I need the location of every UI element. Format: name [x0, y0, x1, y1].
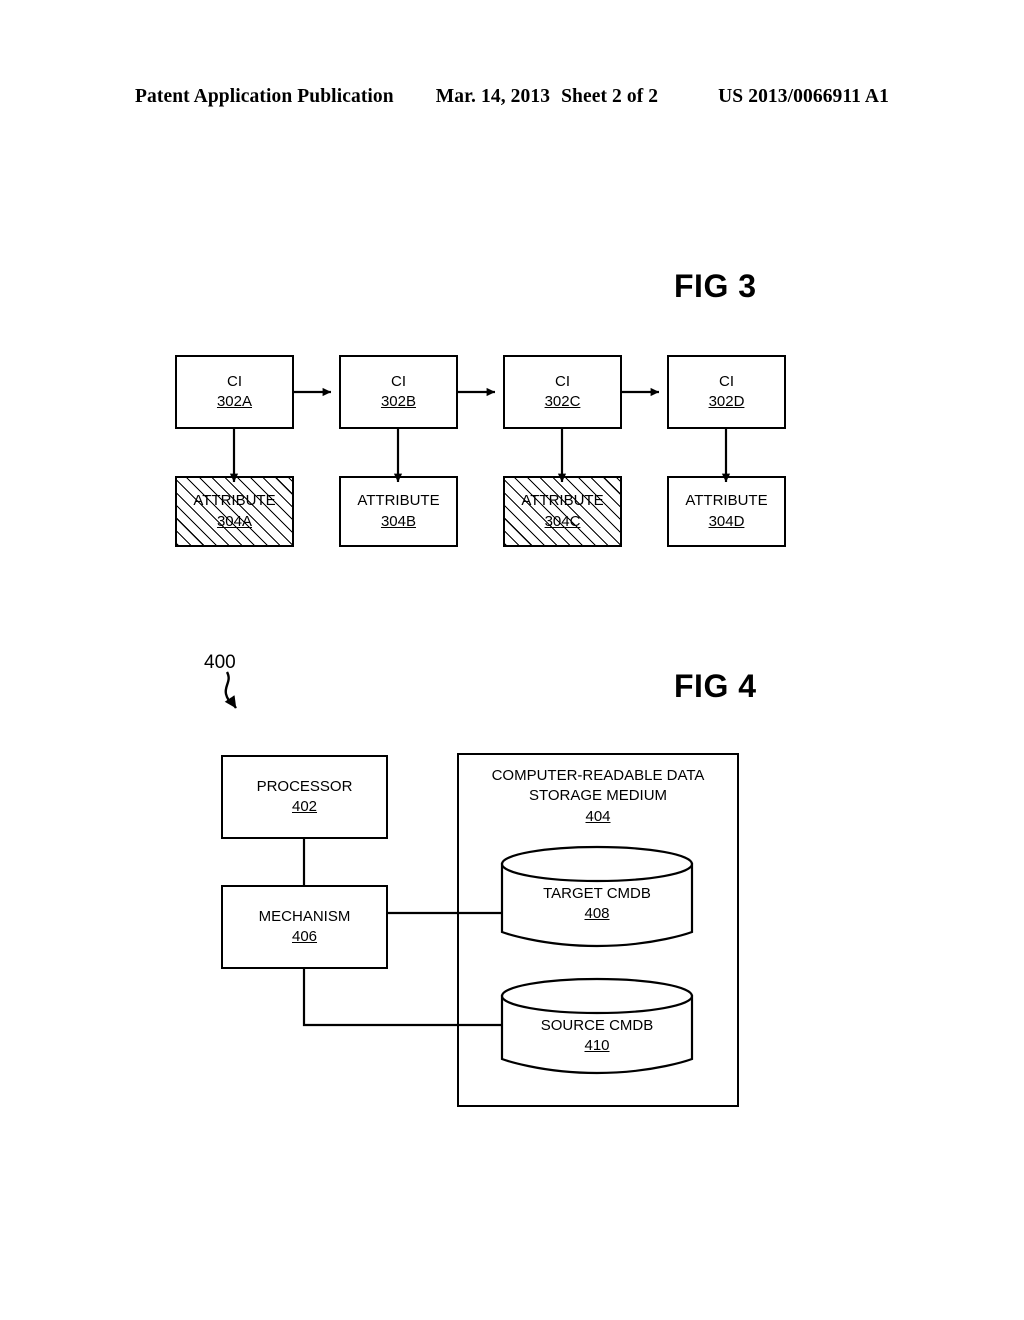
- attribute-node-label: ATTRIBUTE: [685, 492, 768, 510]
- target-cmdb-label-group: TARGET CMDB 408: [502, 884, 692, 925]
- figure-4-callout-ref: 400: [204, 652, 236, 673]
- storage-medium-label-line2: STORAGE MEDIUM: [528, 787, 668, 805]
- ci-node-label: CI: [391, 372, 406, 390]
- ci-node-ref: 302D: [708, 393, 745, 410]
- figure-4-title: FIG 4: [674, 668, 757, 704]
- ci-node-ref: 302B: [380, 393, 417, 410]
- sheet-header: Patent Application Publication Mar. 14, …: [0, 86, 1024, 108]
- attribute-node-ref: 304C: [544, 512, 581, 530]
- source-cmdb-label-group: SOURCE CMDB 410: [502, 1016, 692, 1057]
- attribute-node-label: ATTRIBUTE: [357, 492, 440, 510]
- attribute-node-ref: 304D: [708, 512, 745, 530]
- attribute-node-label: ATTRIBUTE: [521, 492, 604, 510]
- storage-medium-label-line1: COMPUTER-READABLE DATA: [491, 767, 705, 784]
- ci-node-302b: CI 302B: [339, 355, 458, 429]
- attribute-node-304b: ATTRIBUTE 304B: [339, 476, 458, 547]
- ci-node-ref: 302C: [544, 393, 581, 410]
- ci-node-ref: 302A: [216, 393, 253, 410]
- target-cmdb-ref: 408: [584, 905, 610, 923]
- processor-label: PROCESSOR: [256, 777, 353, 795]
- header-sheet-text: Sheet 2 of 2: [561, 86, 659, 107]
- diagram-overlay: [224, 387, 731, 1075]
- callout-lead-line-400: [224, 671, 237, 709]
- ci-node-label: CI: [555, 372, 570, 390]
- mechanism-block: MECHANISM 406: [221, 885, 388, 969]
- ci-node-302c: CI 302C: [503, 355, 622, 429]
- header-date-text: Mar. 14, 2013: [435, 86, 551, 107]
- figure-3-title: FIG 3: [674, 268, 757, 304]
- target-cmdb-label: TARGET CMDB: [543, 885, 651, 902]
- ci-node-302a: CI 302A: [175, 355, 294, 429]
- attribute-node-ref: 304B: [380, 512, 417, 530]
- source-cmdb-ref: 410: [584, 1037, 610, 1055]
- ci-node-label: CI: [719, 372, 734, 390]
- attribute-node-ref: 304A: [216, 512, 253, 530]
- ci-node-302d: CI 302D: [667, 355, 786, 429]
- processor-ref: 402: [291, 798, 318, 815]
- mechanism-ref: 406: [291, 928, 318, 945]
- processor-block: PROCESSOR 402: [221, 755, 388, 839]
- attribute-node-304a: ATTRIBUTE 304A: [175, 476, 294, 547]
- mechanism-label: MECHANISM: [258, 907, 351, 925]
- source-cmdb-label: SOURCE CMDB: [540, 1017, 654, 1034]
- attribute-node-304d: ATTRIBUTE 304D: [667, 476, 786, 547]
- attribute-node-304c: ATTRIBUTE 304C: [503, 476, 622, 547]
- header-publication-text: Patent Application Publication: [135, 86, 394, 107]
- header-patent-number: US 2013/0066911 A1: [718, 86, 889, 107]
- storage-medium-ref: 404: [585, 807, 611, 825]
- ci-node-label: CI: [227, 372, 242, 390]
- attribute-node-label: ATTRIBUTE: [193, 492, 276, 510]
